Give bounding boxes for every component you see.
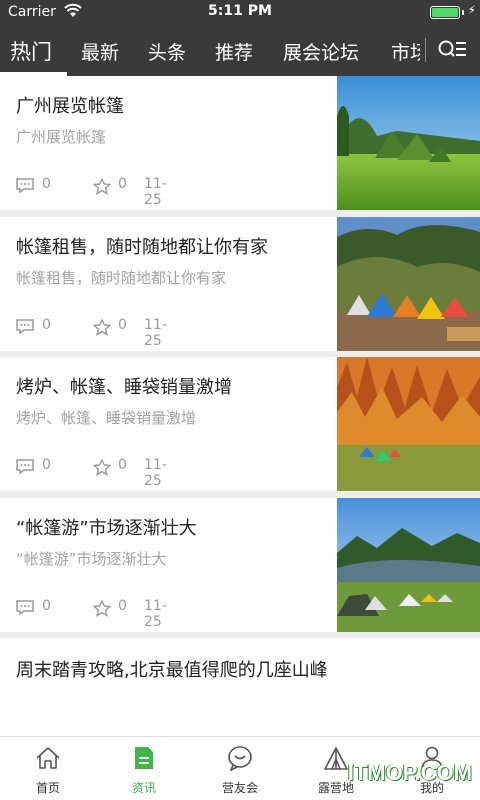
article-title: “帐篷游”市场逐渐壮大 bbox=[16, 518, 197, 539]
article-date: 11-25 bbox=[144, 598, 167, 630]
article-title: 帐篷租售，随时随地都让你有家 bbox=[16, 237, 268, 258]
tab-latest[interactable]: 最新 bbox=[81, 38, 119, 65]
tab-hot[interactable]: 热门 bbox=[10, 36, 52, 66]
nav-news-label: 资讯 bbox=[131, 781, 156, 795]
tab-headlines[interactable]: 头条 bbox=[148, 38, 186, 65]
tab-divider bbox=[425, 38, 426, 62]
article-card[interactable]: 广州展览帐篷 广州展览帐篷 0 0 11-25 bbox=[0, 76, 480, 210]
like-count: 0 bbox=[118, 598, 127, 614]
nav-home[interactable]: 首页 bbox=[0, 737, 96, 800]
battery-icon bbox=[430, 6, 460, 19]
tab-recommended[interactable]: 推荐 bbox=[215, 38, 253, 65]
article-subtitle: “帐篷游”市场逐渐壮大 bbox=[16, 550, 167, 568]
star-icon bbox=[93, 459, 111, 476]
nav-news[interactable]: 资讯 bbox=[96, 737, 192, 800]
comment-icon bbox=[16, 459, 34, 475]
article-subtitle: 烤炉、帐篷、睡袋销量激增 bbox=[16, 409, 197, 427]
comment-icon bbox=[16, 178, 34, 194]
article-thumbnail bbox=[337, 217, 480, 351]
tab-market[interactable]: 市场 bbox=[391, 38, 420, 65]
charging-bolt-icon: ⚡ bbox=[467, 3, 476, 17]
article-thumbnail bbox=[337, 357, 480, 491]
tab-exhibition-forum[interactable]: 展会论坛 bbox=[283, 38, 359, 65]
status-time: 5:11 PM bbox=[208, 3, 272, 19]
channel-menu-icon[interactable] bbox=[437, 38, 467, 62]
star-icon bbox=[93, 600, 111, 617]
article-feed: 广州展览帐篷 广州展览帐篷 0 0 11-25 帐篷租售，随时随地都让你有家 帐… bbox=[0, 76, 480, 736]
nav-club[interactable]: 营友会 bbox=[192, 737, 288, 800]
article-date: 11-25 bbox=[144, 457, 167, 489]
comment-count: 0 bbox=[42, 457, 51, 473]
comment-icon bbox=[16, 319, 34, 335]
comment-count: 0 bbox=[42, 176, 51, 192]
article-subtitle: 帐篷租售，随时随地都让你有家 bbox=[16, 269, 227, 287]
tent-icon bbox=[324, 747, 348, 770]
comment-icon bbox=[16, 600, 34, 616]
article-card[interactable]: “帐篷游”市场逐渐壮大 “帐篷游”市场逐渐壮大 0 0 11-25 bbox=[0, 498, 480, 632]
star-icon bbox=[93, 319, 111, 336]
like-count: 0 bbox=[118, 176, 127, 192]
article-date: 11-25 bbox=[144, 317, 167, 349]
category-tab-bar: 热门 最新 头条 推荐 展会论坛 市场 bbox=[0, 24, 480, 76]
like-count: 0 bbox=[118, 317, 127, 333]
watermark-logo: ITMOP.COM bbox=[347, 760, 472, 785]
article-card[interactable]: 周末踏青攻略,北京最值得爬的几座山峰 bbox=[0, 638, 480, 736]
like-count: 0 bbox=[118, 457, 127, 473]
news-icon bbox=[135, 747, 153, 769]
home-icon bbox=[36, 747, 60, 769]
article-title: 周末踏青攻略,北京最值得爬的几座山峰 bbox=[16, 660, 328, 681]
star-icon bbox=[93, 178, 111, 195]
comment-count: 0 bbox=[42, 317, 51, 333]
article-card[interactable]: 帐篷租售，随时随地都让你有家 帐篷租售，随时随地都让你有家 0 0 11-25 bbox=[0, 217, 480, 351]
article-thumbnail bbox=[337, 76, 480, 210]
article-date: 11-25 bbox=[144, 176, 167, 208]
article-subtitle: 广州展览帐篷 bbox=[16, 128, 107, 146]
comment-count: 0 bbox=[42, 598, 51, 614]
article-title: 烤炉、帐篷、睡袋销量激增 bbox=[16, 377, 232, 398]
status-bar: Carrier 5:11 PM ⚡ bbox=[0, 0, 480, 24]
article-card[interactable]: 烤炉、帐篷、睡袋销量激增 烤炉、帐篷、睡袋销量激增 0 0 11-25 bbox=[0, 357, 480, 491]
nav-home-label: 首页 bbox=[35, 781, 60, 795]
article-title: 广州展览帐篷 bbox=[16, 96, 124, 117]
battery-tip bbox=[462, 10, 464, 15]
article-thumbnail bbox=[337, 498, 480, 632]
chat-bubble-icon bbox=[228, 746, 252, 771]
nav-club-label: 营友会 bbox=[221, 781, 258, 795]
